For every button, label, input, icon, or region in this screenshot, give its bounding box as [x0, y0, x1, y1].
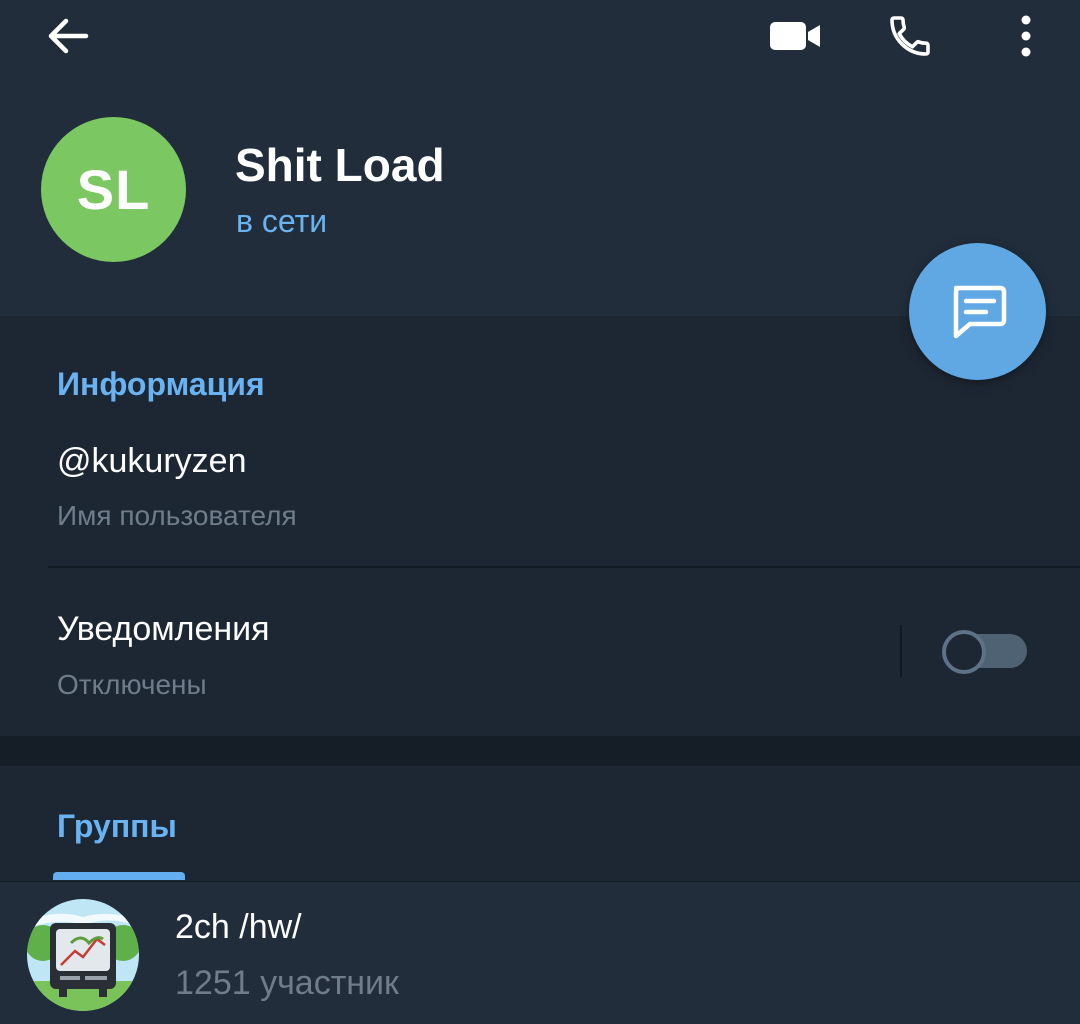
avatar[interactable]: SL [41, 117, 186, 262]
group-members: 1251 участник [175, 964, 399, 1002]
username-caption: Имя пользователя [57, 500, 297, 531]
notifications-row[interactable]: Уведомления Отключены [0, 568, 890, 736]
phone-icon [890, 16, 930, 56]
profile-status: в сети [236, 203, 328, 239]
video-call-button[interactable] [764, 10, 828, 62]
more-vertical-icon [1021, 15, 1031, 57]
section-gap [0, 736, 1080, 766]
avatar-initials: SL [76, 158, 151, 221]
retro-tv-icon [27, 899, 139, 1011]
message-icon [953, 285, 1006, 338]
list-item[interactable] [0, 881, 1080, 1024]
tab-groups-indicator [53, 872, 185, 880]
video-camera-icon [770, 22, 820, 50]
send-message-button[interactable] [909, 243, 1046, 380]
username-row[interactable]: @kukuryzen Имя пользователя [0, 420, 1080, 566]
vertical-separator [900, 625, 902, 677]
more-menu-button[interactable] [1006, 8, 1046, 64]
voice-call-button[interactable] [880, 8, 940, 64]
profile-name: Shit Load [235, 139, 445, 191]
info-section-title: Информация [57, 366, 265, 402]
group-name: 2ch /hw/ [175, 908, 302, 946]
notifications-label: Уведомления [57, 610, 270, 648]
back-button[interactable] [40, 10, 96, 62]
arrow-left-icon [48, 18, 89, 54]
tab-groups[interactable]: Группы [57, 808, 177, 845]
notifications-state: Отключены [57, 669, 207, 700]
toggle-knob[interactable] [942, 630, 986, 674]
username-value: @kukuryzen [57, 442, 247, 480]
group-avatar [27, 899, 139, 1011]
